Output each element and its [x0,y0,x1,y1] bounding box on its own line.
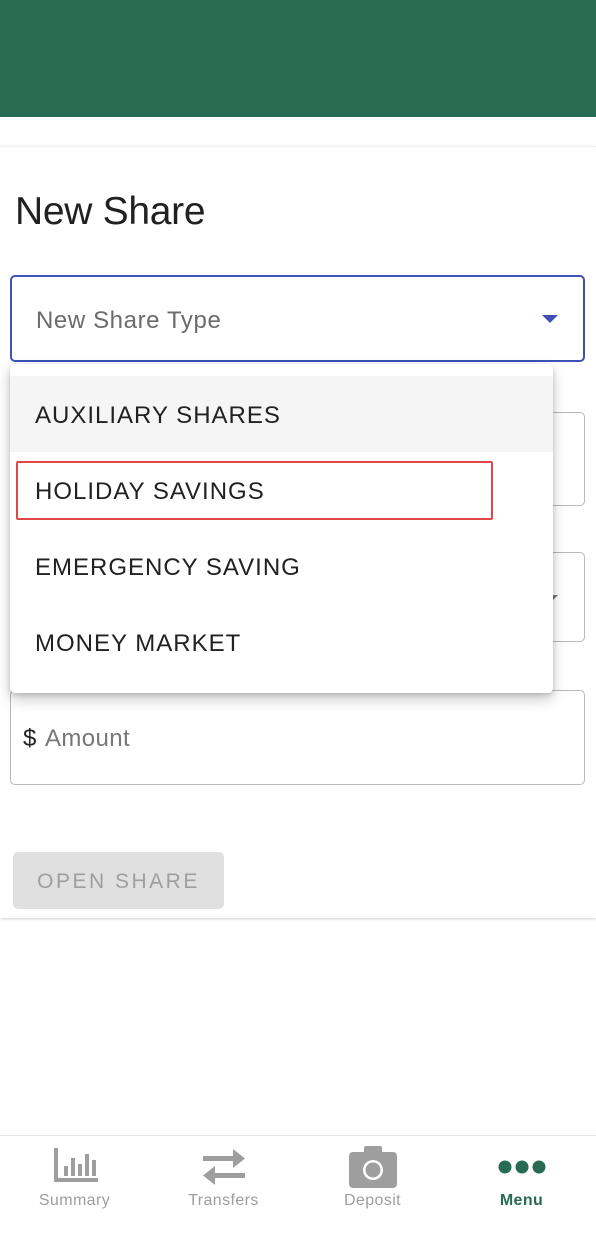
nav-item-deposit[interactable]: Deposit [298,1136,447,1241]
nav-label-menu: Menu [499,1192,544,1209]
dropdown-option-label: MONEY MARKET [35,630,242,657]
nav-label-transfers: Transfers [188,1192,259,1209]
transfer-arrows-icon [202,1149,245,1185]
camera-icon [348,1146,397,1188]
dropdown-option-label: HOLIDAY SAVINGS [35,478,265,505]
dropdown-option-label: AUXILIARY SHARES [35,402,281,429]
page-title: New Share [15,190,206,233]
nav-label-summary: Summary [38,1192,111,1209]
dropdown-option-label: EMERGENCY SAVING [35,554,301,581]
nav-item-menu[interactable]: Menu [447,1136,596,1241]
bottom-nav: Summary Transfers Deposit Menu [0,1135,596,1240]
dropdown-option-holiday-savings[interactable]: HOLIDAY SAVINGS [10,452,553,528]
nav-item-summary[interactable]: Summary [0,1136,149,1241]
share-type-dropdown: AUXILIARY SHARES HOLIDAY SAVINGS EMERGEN… [10,364,553,693]
chevron-down-icon [542,315,558,323]
dropdown-option-emergency-saving[interactable]: EMERGENCY SAVING [10,528,553,604]
share-type-select[interactable]: New Share Type [10,275,585,362]
nav-item-transfers[interactable]: Transfers [149,1136,298,1241]
share-type-placeholder: New Share Type [36,307,222,334]
app-header [0,0,596,117]
currency-prefix: $ [23,725,37,752]
nav-label-deposit: Deposit [343,1192,402,1209]
dropdown-option-auxiliary-shares[interactable]: AUXILIARY SHARES [10,376,553,452]
open-share-button-label: OPEN SHARE [37,870,200,893]
dropdown-option-money-market[interactable]: MONEY MARKET [10,604,553,680]
amount-placeholder: Amount [45,725,131,752]
bar-chart-icon [53,1148,98,1182]
amount-field[interactable]: $ Amount [10,690,585,785]
more-dots-icon [498,1160,545,1174]
open-share-button[interactable]: OPEN SHARE [13,852,224,909]
